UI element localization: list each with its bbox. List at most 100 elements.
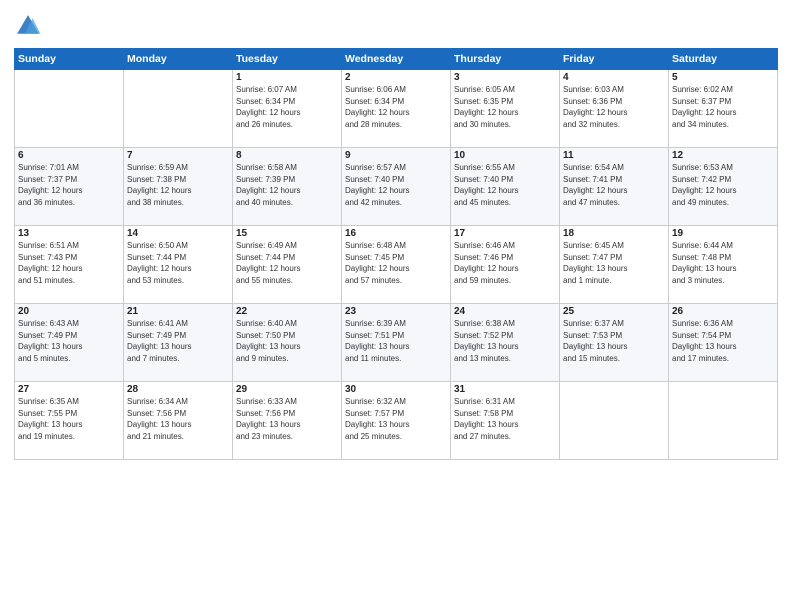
day-info: Sunrise: 6:45 AM Sunset: 7:47 PM Dayligh…: [563, 240, 665, 286]
day-info: Sunrise: 6:59 AM Sunset: 7:38 PM Dayligh…: [127, 162, 229, 208]
calendar-cell: 7Sunrise: 6:59 AM Sunset: 7:38 PM Daylig…: [124, 148, 233, 226]
calendar-cell: [15, 70, 124, 148]
calendar-cell: 30Sunrise: 6:32 AM Sunset: 7:57 PM Dayli…: [342, 382, 451, 460]
calendar-cell: 10Sunrise: 6:55 AM Sunset: 7:40 PM Dayli…: [451, 148, 560, 226]
day-info: Sunrise: 6:43 AM Sunset: 7:49 PM Dayligh…: [18, 318, 120, 364]
day-number: 22: [236, 306, 338, 317]
day-number: 19: [672, 228, 774, 239]
day-number: 25: [563, 306, 665, 317]
day-info: Sunrise: 6:50 AM Sunset: 7:44 PM Dayligh…: [127, 240, 229, 286]
day-info: Sunrise: 6:57 AM Sunset: 7:40 PM Dayligh…: [345, 162, 447, 208]
calendar-cell: 2Sunrise: 6:06 AM Sunset: 6:34 PM Daylig…: [342, 70, 451, 148]
calendar-cell: 4Sunrise: 6:03 AM Sunset: 6:36 PM Daylig…: [560, 70, 669, 148]
calendar-cell: 20Sunrise: 6:43 AM Sunset: 7:49 PM Dayli…: [15, 304, 124, 382]
calendar-cell: 31Sunrise: 6:31 AM Sunset: 7:58 PM Dayli…: [451, 382, 560, 460]
day-number: 4: [563, 72, 665, 83]
calendar-cell: 29Sunrise: 6:33 AM Sunset: 7:56 PM Dayli…: [233, 382, 342, 460]
weekday-header: Sunday: [15, 49, 124, 70]
day-info: Sunrise: 6:37 AM Sunset: 7:53 PM Dayligh…: [563, 318, 665, 364]
day-info: Sunrise: 6:58 AM Sunset: 7:39 PM Dayligh…: [236, 162, 338, 208]
calendar-cell: 19Sunrise: 6:44 AM Sunset: 7:48 PM Dayli…: [669, 226, 778, 304]
calendar-cell: 15Sunrise: 6:49 AM Sunset: 7:44 PM Dayli…: [233, 226, 342, 304]
calendar-cell: 23Sunrise: 6:39 AM Sunset: 7:51 PM Dayli…: [342, 304, 451, 382]
calendar-week-row: 13Sunrise: 6:51 AM Sunset: 7:43 PM Dayli…: [15, 226, 778, 304]
calendar-cell: 17Sunrise: 6:46 AM Sunset: 7:46 PM Dayli…: [451, 226, 560, 304]
calendar-week-row: 6Sunrise: 7:01 AM Sunset: 7:37 PM Daylig…: [15, 148, 778, 226]
day-info: Sunrise: 6:54 AM Sunset: 7:41 PM Dayligh…: [563, 162, 665, 208]
day-info: Sunrise: 6:05 AM Sunset: 6:35 PM Dayligh…: [454, 84, 556, 130]
weekday-header: Thursday: [451, 49, 560, 70]
day-number: 17: [454, 228, 556, 239]
day-number: 8: [236, 150, 338, 161]
calendar-cell: 3Sunrise: 6:05 AM Sunset: 6:35 PM Daylig…: [451, 70, 560, 148]
day-info: Sunrise: 6:02 AM Sunset: 6:37 PM Dayligh…: [672, 84, 774, 130]
calendar-cell: [669, 382, 778, 460]
header: [14, 12, 778, 40]
calendar-cell: 18Sunrise: 6:45 AM Sunset: 7:47 PM Dayli…: [560, 226, 669, 304]
calendar-cell: 5Sunrise: 6:02 AM Sunset: 6:37 PM Daylig…: [669, 70, 778, 148]
day-info: Sunrise: 6:36 AM Sunset: 7:54 PM Dayligh…: [672, 318, 774, 364]
calendar-cell: 11Sunrise: 6:54 AM Sunset: 7:41 PM Dayli…: [560, 148, 669, 226]
calendar-table: SundayMondayTuesdayWednesdayThursdayFrid…: [14, 48, 778, 460]
day-number: 12: [672, 150, 774, 161]
day-info: Sunrise: 6:49 AM Sunset: 7:44 PM Dayligh…: [236, 240, 338, 286]
day-number: 11: [563, 150, 665, 161]
day-number: 5: [672, 72, 774, 83]
day-number: 18: [563, 228, 665, 239]
calendar-cell: 21Sunrise: 6:41 AM Sunset: 7:49 PM Dayli…: [124, 304, 233, 382]
day-number: 6: [18, 150, 120, 161]
day-number: 31: [454, 384, 556, 395]
weekday-header: Tuesday: [233, 49, 342, 70]
day-number: 27: [18, 384, 120, 395]
day-number: 10: [454, 150, 556, 161]
day-info: Sunrise: 6:07 AM Sunset: 6:34 PM Dayligh…: [236, 84, 338, 130]
day-info: Sunrise: 6:03 AM Sunset: 6:36 PM Dayligh…: [563, 84, 665, 130]
calendar-cell: 22Sunrise: 6:40 AM Sunset: 7:50 PM Dayli…: [233, 304, 342, 382]
day-number: 13: [18, 228, 120, 239]
day-number: 29: [236, 384, 338, 395]
weekday-header: Monday: [124, 49, 233, 70]
day-number: 26: [672, 306, 774, 317]
calendar-cell: 26Sunrise: 6:36 AM Sunset: 7:54 PM Dayli…: [669, 304, 778, 382]
calendar-cell: 14Sunrise: 6:50 AM Sunset: 7:44 PM Dayli…: [124, 226, 233, 304]
day-number: 21: [127, 306, 229, 317]
day-number: 24: [454, 306, 556, 317]
calendar-cell: [560, 382, 669, 460]
weekday-header-row: SundayMondayTuesdayWednesdayThursdayFrid…: [15, 49, 778, 70]
calendar-cell: 8Sunrise: 6:58 AM Sunset: 7:39 PM Daylig…: [233, 148, 342, 226]
day-info: Sunrise: 6:53 AM Sunset: 7:42 PM Dayligh…: [672, 162, 774, 208]
day-info: Sunrise: 6:40 AM Sunset: 7:50 PM Dayligh…: [236, 318, 338, 364]
calendar-cell: 16Sunrise: 6:48 AM Sunset: 7:45 PM Dayli…: [342, 226, 451, 304]
day-number: 23: [345, 306, 447, 317]
calendar-week-row: 20Sunrise: 6:43 AM Sunset: 7:49 PM Dayli…: [15, 304, 778, 382]
day-info: Sunrise: 6:32 AM Sunset: 7:57 PM Dayligh…: [345, 396, 447, 442]
weekday-header: Friday: [560, 49, 669, 70]
day-info: Sunrise: 6:31 AM Sunset: 7:58 PM Dayligh…: [454, 396, 556, 442]
day-number: 1: [236, 72, 338, 83]
calendar-cell: 1Sunrise: 6:07 AM Sunset: 6:34 PM Daylig…: [233, 70, 342, 148]
day-number: 30: [345, 384, 447, 395]
day-info: Sunrise: 6:39 AM Sunset: 7:51 PM Dayligh…: [345, 318, 447, 364]
weekday-header: Wednesday: [342, 49, 451, 70]
calendar-week-row: 27Sunrise: 6:35 AM Sunset: 7:55 PM Dayli…: [15, 382, 778, 460]
day-number: 16: [345, 228, 447, 239]
calendar-cell: 27Sunrise: 6:35 AM Sunset: 7:55 PM Dayli…: [15, 382, 124, 460]
day-info: Sunrise: 6:35 AM Sunset: 7:55 PM Dayligh…: [18, 396, 120, 442]
calendar-cell: 25Sunrise: 6:37 AM Sunset: 7:53 PM Dayli…: [560, 304, 669, 382]
calendar-cell: [124, 70, 233, 148]
day-number: 14: [127, 228, 229, 239]
day-info: Sunrise: 6:41 AM Sunset: 7:49 PM Dayligh…: [127, 318, 229, 364]
day-number: 2: [345, 72, 447, 83]
day-info: Sunrise: 6:55 AM Sunset: 7:40 PM Dayligh…: [454, 162, 556, 208]
day-info: Sunrise: 6:06 AM Sunset: 6:34 PM Dayligh…: [345, 84, 447, 130]
calendar-cell: 12Sunrise: 6:53 AM Sunset: 7:42 PM Dayli…: [669, 148, 778, 226]
day-info: Sunrise: 6:46 AM Sunset: 7:46 PM Dayligh…: [454, 240, 556, 286]
logo-icon: [14, 12, 42, 40]
logo: [14, 12, 46, 40]
calendar-cell: 28Sunrise: 6:34 AM Sunset: 7:56 PM Dayli…: [124, 382, 233, 460]
day-number: 9: [345, 150, 447, 161]
calendar-cell: 13Sunrise: 6:51 AM Sunset: 7:43 PM Dayli…: [15, 226, 124, 304]
day-number: 20: [18, 306, 120, 317]
day-number: 7: [127, 150, 229, 161]
day-info: Sunrise: 6:33 AM Sunset: 7:56 PM Dayligh…: [236, 396, 338, 442]
